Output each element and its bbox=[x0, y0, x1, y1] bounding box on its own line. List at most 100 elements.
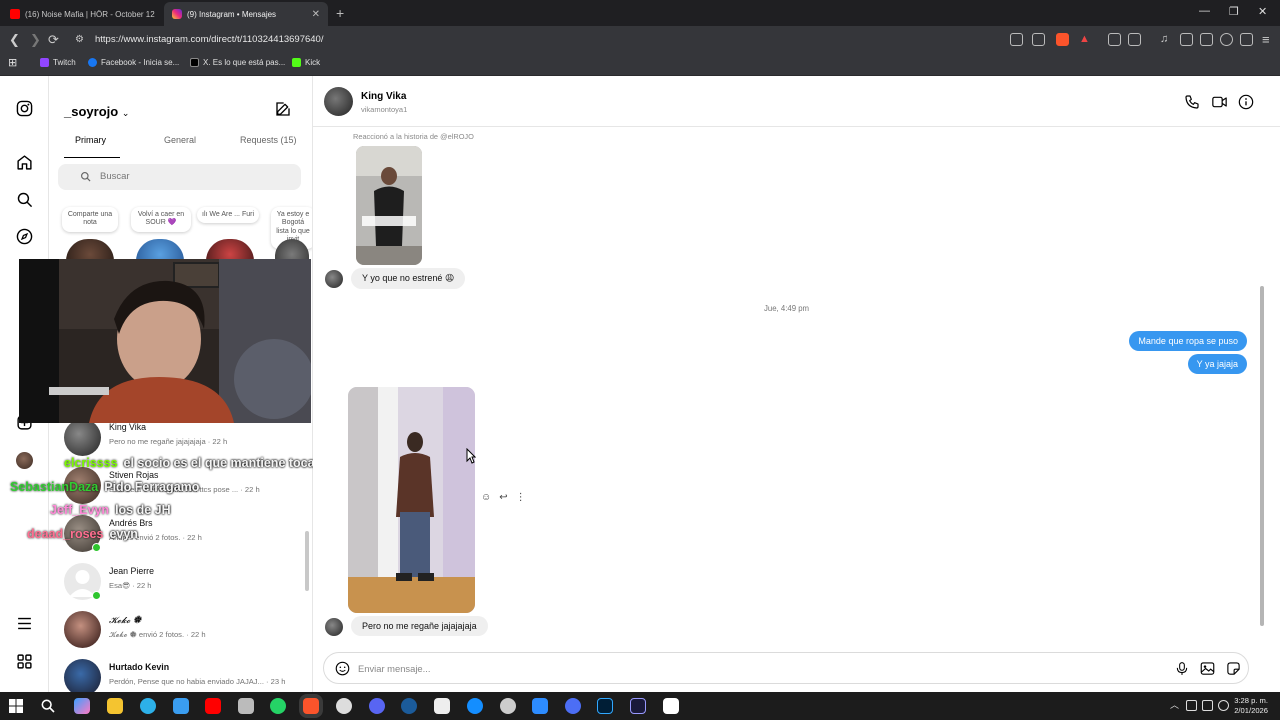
url-field[interactable]: https://www.instagram.com/direct/t/11032… bbox=[95, 34, 323, 45]
tab-general[interactable]: General bbox=[164, 135, 196, 145]
wallet-icon[interactable] bbox=[1200, 33, 1213, 46]
store-icon[interactable] bbox=[173, 698, 189, 714]
new-tab-button[interactable]: + bbox=[336, 5, 344, 21]
photoshop-icon[interactable] bbox=[597, 698, 613, 714]
files-app-icon[interactable] bbox=[238, 698, 254, 714]
explore-icon[interactable] bbox=[16, 228, 33, 245]
reload-button[interactable]: ⟳ bbox=[48, 32, 59, 48]
discord-icon[interactable] bbox=[369, 698, 385, 714]
apps-grid-icon[interactable]: ⊞ bbox=[8, 56, 17, 69]
inbox-scrollbar[interactable] bbox=[305, 531, 309, 591]
epic-games-icon[interactable] bbox=[434, 698, 450, 714]
brave-shields-icon[interactable] bbox=[1056, 33, 1069, 46]
tab-instagram[interactable]: (9) Instagram • Mensajes ✕ bbox=[164, 2, 328, 26]
capcut-icon[interactable] bbox=[663, 698, 679, 714]
chrome-icon[interactable] bbox=[500, 698, 516, 714]
message-bubble-outgoing[interactable]: Y ya jajaja bbox=[1187, 354, 1247, 374]
bookmark-x[interactable]: X. Es lo que está pas... bbox=[190, 58, 285, 67]
system-clock[interactable]: 3:28 p. m. 2/01/2026 bbox=[1234, 696, 1268, 717]
message-composer[interactable]: Enviar mensaje... bbox=[323, 652, 1249, 684]
thread-name[interactable]: King Vika bbox=[361, 91, 406, 102]
battery-icon[interactable] bbox=[1202, 700, 1213, 711]
start-icon[interactable] bbox=[8, 698, 24, 714]
brave-rewards-icon[interactable]: ▲ bbox=[1079, 33, 1092, 46]
whatsapp-icon[interactable] bbox=[270, 698, 286, 714]
site-info-icon[interactable]: ⚙ bbox=[75, 34, 84, 45]
bookmark-facebook[interactable]: Facebook - Inicia se... bbox=[88, 58, 179, 67]
tray-overflow-icon[interactable]: ︿ bbox=[1170, 698, 1181, 710]
phone-icon[interactable] bbox=[1184, 94, 1200, 110]
share-icon[interactable] bbox=[1032, 33, 1045, 46]
youtube-app-icon[interactable] bbox=[205, 698, 221, 714]
note-self[interactable]: Comparte una nota bbox=[62, 207, 118, 232]
file-explorer-icon[interactable] bbox=[107, 698, 123, 714]
microphone-icon[interactable] bbox=[1175, 661, 1189, 676]
profile-avatar[interactable] bbox=[16, 452, 33, 469]
meta-apps-icon[interactable] bbox=[16, 653, 33, 670]
steam-icon[interactable] bbox=[401, 698, 417, 714]
close-icon[interactable]: ✕ bbox=[312, 9, 320, 20]
search-input[interactable]: Buscar bbox=[58, 164, 301, 190]
thread-handle: vikamontoya1 bbox=[361, 105, 408, 114]
screenshot-icon[interactable] bbox=[1128, 33, 1141, 46]
video-call-icon[interactable] bbox=[1211, 94, 1228, 110]
restore-button[interactable]: ❐ bbox=[1229, 5, 1239, 18]
vpn-icon[interactable] bbox=[1240, 33, 1253, 46]
edge-icon[interactable] bbox=[140, 698, 156, 714]
conversation-row[interactable]: 𝓚𝓮𝓴𝓸 🏶 𝓚𝓮𝓴𝓸 🏶 envió 2 fotos. · 22 h bbox=[49, 605, 312, 653]
note-item[interactable]: Volví a caer en SOUR 💜 bbox=[131, 207, 191, 232]
leo-ai-icon[interactable] bbox=[1220, 33, 1233, 46]
copilot-icon[interactable] bbox=[74, 698, 90, 714]
image-icon[interactable] bbox=[1200, 661, 1215, 676]
media-icon[interactable]: ♫ bbox=[1160, 33, 1173, 46]
info-icon[interactable] bbox=[1238, 94, 1254, 110]
back-button[interactable]: ❮ bbox=[9, 32, 20, 48]
vpn-app-icon[interactable] bbox=[565, 698, 581, 714]
cast-icon[interactable] bbox=[1010, 33, 1023, 46]
obs-icon[interactable] bbox=[336, 698, 352, 714]
photo-message[interactable] bbox=[348, 387, 475, 613]
tab-youtube[interactable]: (16) Noise Mafia | HÖR - October 12 bbox=[2, 2, 160, 26]
volume-icon[interactable] bbox=[1218, 700, 1229, 711]
message-bubble-incoming[interactable]: Pero no me regañe jajajajaja bbox=[351, 616, 488, 636]
avatar[interactable] bbox=[324, 87, 353, 116]
more-options-icon[interactable]: ⋮ bbox=[516, 492, 526, 503]
message-bubble-incoming[interactable]: Y yo que no estrené 😩 bbox=[351, 268, 466, 289]
battlenet-icon[interactable] bbox=[467, 698, 483, 714]
reply-icon[interactable]: ↩ bbox=[499, 492, 507, 503]
thread-scrollbar[interactable] bbox=[1260, 286, 1264, 626]
conversation-row[interactable]: Hurtado Kevin Perdón, Pense que no habia… bbox=[49, 653, 312, 692]
forward-button[interactable]: ❯ bbox=[30, 32, 41, 48]
home-icon[interactable] bbox=[16, 154, 33, 171]
note-item[interactable]: ılı We Are ... Furi bbox=[197, 207, 259, 224]
more-menu-icon[interactable] bbox=[16, 615, 33, 632]
conversation-row[interactable]: Jean Pierre Esa😎 · 22 h bbox=[49, 557, 312, 605]
media-encoder-icon[interactable] bbox=[630, 698, 646, 714]
instagram-logo-icon[interactable] bbox=[16, 100, 33, 117]
taskbar-search-icon[interactable] bbox=[40, 698, 56, 714]
bookmark-kick[interactable]: Kick bbox=[292, 58, 320, 67]
account-switcher[interactable]: _soyrojo ⌄ bbox=[64, 104, 129, 119]
tab-primary[interactable]: Primary bbox=[75, 135, 106, 145]
extensions-icon[interactable] bbox=[1108, 33, 1121, 46]
zoom-icon[interactable] bbox=[532, 698, 548, 714]
search-icon[interactable] bbox=[16, 191, 33, 208]
sticker-icon[interactable] bbox=[1226, 661, 1241, 676]
avatar[interactable] bbox=[206, 239, 254, 261]
story-thumbnail[interactable] bbox=[356, 146, 422, 265]
compose-icon[interactable] bbox=[275, 101, 291, 117]
close-window-button[interactable]: ✕ bbox=[1258, 5, 1267, 18]
avatar[interactable] bbox=[136, 239, 184, 261]
brave-icon[interactable] bbox=[303, 698, 319, 714]
message-input[interactable]: Enviar mensaje... bbox=[358, 663, 430, 674]
minimize-button[interactable]: — bbox=[1199, 5, 1210, 17]
sidebar-icon[interactable] bbox=[1180, 33, 1193, 46]
message-bubble-outgoing[interactable]: Mande que ropa se puso bbox=[1129, 331, 1247, 351]
tab-requests[interactable]: Requests (15) bbox=[240, 135, 297, 145]
network-icon[interactable] bbox=[1186, 700, 1197, 711]
bookmark-twitch[interactable]: Twitch bbox=[40, 58, 76, 67]
avatar[interactable] bbox=[66, 239, 114, 261]
emoji-icon[interactable] bbox=[335, 661, 350, 676]
menu-icon[interactable]: ≡ bbox=[1262, 32, 1270, 47]
react-emoji-icon[interactable]: ☺ bbox=[481, 492, 491, 503]
